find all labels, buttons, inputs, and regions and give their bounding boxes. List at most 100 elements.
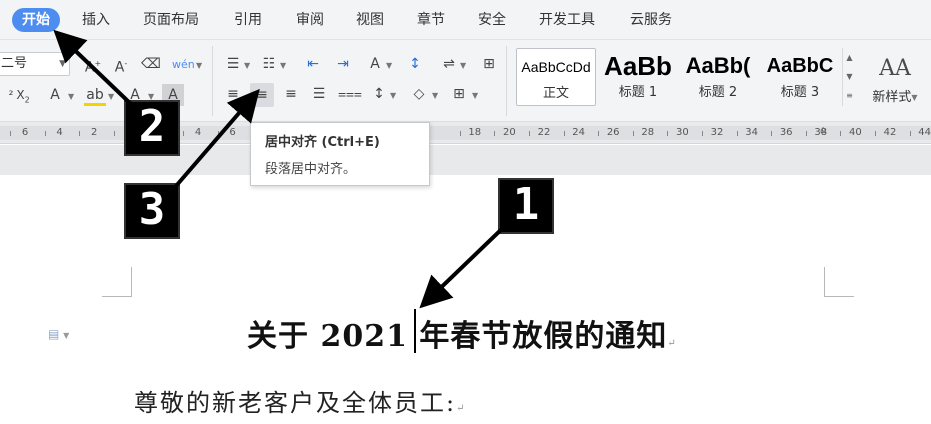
tab-section[interactable]: 章节 xyxy=(417,8,445,32)
tooltip-title: 居中对齐 (Ctrl+E) xyxy=(265,135,380,150)
tab-page-layout[interactable]: 页面布局 xyxy=(143,8,199,32)
ruler-number: 30 xyxy=(676,127,689,138)
align-right-icon[interactable]: ≡ xyxy=(280,83,302,105)
align-left-icon[interactable]: ≡ xyxy=(222,83,244,105)
salutation-text: 尊敬的新老客户及全体员工: xyxy=(134,389,457,417)
ruler-tick xyxy=(875,131,876,136)
ruler-tick xyxy=(10,131,11,136)
ruler-tick xyxy=(771,131,773,136)
subscript-icon[interactable]: X2 xyxy=(12,84,34,106)
ruler-number: 44 xyxy=(918,127,931,138)
ruler-tick xyxy=(702,131,703,136)
chevron-down-icon[interactable]: ▼ xyxy=(68,92,74,101)
highlight-icon[interactable]: ab xyxy=(84,84,106,106)
align-center-icon[interactable]: ≡ xyxy=(250,83,274,107)
ruler-tick xyxy=(113,131,115,136)
ruler-number: 32 xyxy=(710,127,724,138)
style-heading-1[interactable]: AaBb 标题 1 xyxy=(598,48,678,106)
line-spacing-icon[interactable]: ↕ xyxy=(368,83,390,105)
show-hide-icon[interactable]: ⇌ xyxy=(438,53,460,75)
tab-home[interactable]: 开始 xyxy=(12,8,60,32)
decrease-indent-icon[interactable]: ⇤ xyxy=(302,53,324,75)
ruler-tick xyxy=(805,131,807,136)
ruler-tick xyxy=(183,131,184,136)
sort-icon[interactable]: ↕ xyxy=(404,53,426,75)
style-heading-3[interactable]: AaBbC 标题 3 xyxy=(760,48,840,106)
chevron-down-icon[interactable]: ▼ xyxy=(390,91,396,100)
more-icon[interactable]: ≡ xyxy=(843,86,856,105)
chevron-down-icon[interactable]: ▼ xyxy=(196,61,202,70)
separator xyxy=(212,46,213,116)
tab-insert[interactable]: 插入 xyxy=(82,8,110,32)
justify-icon[interactable]: ☰ xyxy=(308,83,330,105)
document-title[interactable]: 关于 2021 年春节放假的通知↵ xyxy=(247,311,677,355)
paragraph-layout-icon[interactable]: ▤ ▼ xyxy=(48,327,69,341)
style-label: 正文 xyxy=(542,86,569,101)
ruler-number: 42 xyxy=(883,127,897,138)
chevron-down-icon[interactable]: ▼ xyxy=(460,61,466,70)
chevron-down-icon[interactable]: ▼ xyxy=(244,61,250,70)
style-preview: AaBb xyxy=(604,51,672,81)
tab-references[interactable]: 引用 xyxy=(234,8,262,32)
font-size-select[interactable]: 二号 ▼ xyxy=(0,52,70,76)
style-gallery-scroll[interactable]: ▲ ▼ ≡ xyxy=(842,48,856,106)
table-select-icon[interactable]: ⊞ xyxy=(478,53,500,75)
tab-developer-tools[interactable]: 开发工具 xyxy=(539,8,595,32)
ruler-tick xyxy=(632,131,634,136)
paragraph-mark: ↵ xyxy=(667,338,677,349)
shading-icon[interactable]: ◇ xyxy=(408,83,430,105)
text-effect-icon[interactable]: A xyxy=(44,84,66,106)
clear-format-icon[interactable]: ⌫ xyxy=(140,53,162,75)
ruler-tick xyxy=(736,131,738,136)
chevron-up-icon[interactable]: ▲ xyxy=(843,48,856,67)
distributed-icon[interactable]: ⩶ xyxy=(338,83,362,105)
chevron-down-icon[interactable]: ▼ xyxy=(280,61,286,70)
tab-security[interactable]: 安全 xyxy=(478,8,506,32)
style-label: 标题 3 xyxy=(780,85,820,100)
tab-review[interactable]: 审阅 xyxy=(296,8,324,32)
right-indent-marker[interactable]: ⌂ xyxy=(820,125,826,136)
decrease-font-icon[interactable]: A- xyxy=(110,53,132,76)
style-heading-2[interactable]: AaBb( 标题 2 xyxy=(678,48,758,106)
document-salutation[interactable]: 尊敬的新老客户及全体员工:↵ xyxy=(134,383,466,418)
ruler-tick xyxy=(840,131,842,136)
chevron-down-icon[interactable]: ▼ xyxy=(432,91,438,100)
ruler-number: 18 xyxy=(468,127,482,138)
new-style-button[interactable]: AA 新样式▼ xyxy=(862,52,928,105)
ruler-tick xyxy=(494,131,496,136)
new-style-icon: AA xyxy=(879,56,911,81)
chinese-layout-icon[interactable]: A xyxy=(364,53,386,75)
ruler-number: 2 xyxy=(91,127,98,138)
increase-indent-icon[interactable]: ⇥ xyxy=(332,53,354,75)
chevron-down-icon[interactable]: ▼ xyxy=(386,61,392,70)
ruler-tick xyxy=(667,131,669,136)
phonetic-guide-icon[interactable]: wén xyxy=(172,53,195,75)
ruler-number: 4 xyxy=(56,127,63,138)
chevron-down-icon[interactable]: ▼ xyxy=(843,67,856,86)
style-preview: AaBb( xyxy=(685,53,751,78)
ruler-number: 6 xyxy=(229,127,236,138)
ruler-number: 40 xyxy=(849,127,862,138)
ruler-tick xyxy=(529,131,530,136)
tooltip-description: 段落居中对齐。 xyxy=(265,162,357,177)
font-size-value: 二号 xyxy=(1,56,28,71)
text-cursor xyxy=(414,309,416,353)
ruler-tick xyxy=(459,131,461,136)
tooltip: 居中对齐 (Ctrl+E) 段落居中对齐。 xyxy=(250,122,430,186)
title-after-caret: 年春节放假的通知 xyxy=(419,319,668,354)
borders-icon[interactable]: ⊞ xyxy=(448,83,470,105)
bullets-icon[interactable]: ☰ xyxy=(222,53,244,75)
chevron-down-icon[interactable]: ▼ xyxy=(108,92,114,101)
ruler-tick xyxy=(909,131,911,136)
tab-view[interactable]: 视图 xyxy=(356,8,384,32)
numbering-icon[interactable]: ☷ xyxy=(258,53,280,75)
paragraph-mark: ↵ xyxy=(456,403,467,414)
annotation-badge-3: 3 xyxy=(124,183,180,239)
chevron-down-icon[interactable]: ▼ xyxy=(472,91,478,100)
increase-font-icon[interactable]: A+ xyxy=(82,53,104,76)
ruler-number: 28 xyxy=(641,127,655,138)
style-normal[interactable]: AaBbCcDd 正文 xyxy=(516,48,596,106)
ruler-number: 26 xyxy=(606,127,620,138)
tab-cloud-service[interactable]: 云服务 xyxy=(630,8,672,32)
ruler-tick xyxy=(44,131,46,136)
